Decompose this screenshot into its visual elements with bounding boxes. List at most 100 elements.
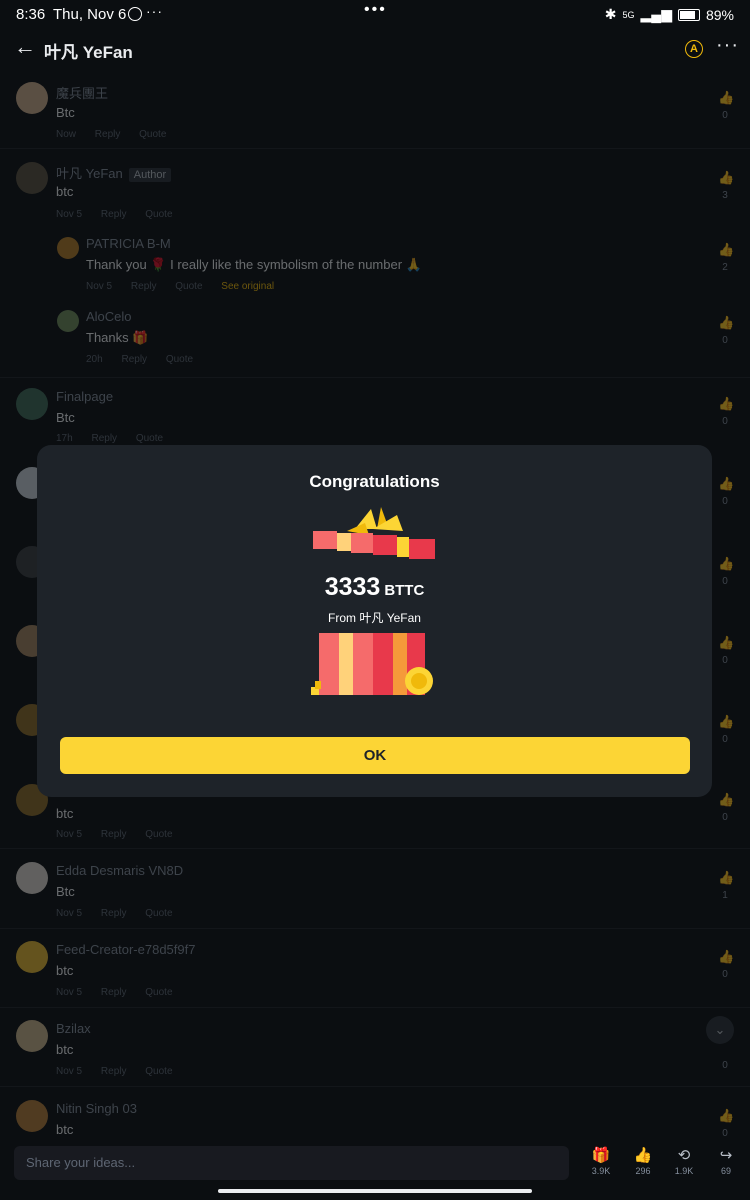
avatar[interactable] xyxy=(16,862,48,894)
quote-button[interactable]: Quote xyxy=(145,829,172,840)
like-button[interactable]: 👍 0 xyxy=(718,476,735,507)
comment-author[interactable]: PATRICIA B-M xyxy=(86,236,171,251)
reply-button[interactable]: Reply xyxy=(121,354,147,365)
comment-meta: Nov 5 Reply Quote See original xyxy=(86,281,290,292)
gift-box-icon xyxy=(311,633,433,695)
thumb-up-icon: 👍 xyxy=(718,170,735,185)
reply-button[interactable]: Reply xyxy=(91,433,117,444)
reply-button[interactable]: Reply xyxy=(95,129,121,140)
comment-meta: Nov 5 Reply Quote xyxy=(56,829,189,840)
avatar[interactable] xyxy=(16,1100,48,1132)
avatar[interactable] xyxy=(16,388,48,420)
reply-button[interactable]: Reply xyxy=(131,281,157,292)
like-button[interactable]: 👍 0 xyxy=(718,1108,734,1139)
like-button[interactable]: 👍 1 xyxy=(718,870,734,901)
reply-button[interactable]: Reply xyxy=(101,987,127,998)
comment-author[interactable]: AloCelo xyxy=(86,309,132,324)
avatar[interactable] xyxy=(16,941,48,973)
header: ← 叶凡 YeFan A ··· xyxy=(0,30,750,70)
reply-item: PATRICIA B-M Thank you 🌹 I really like t… xyxy=(0,224,750,296)
thumb-up-icon: 👍 xyxy=(718,396,735,411)
ok-button[interactable]: OK xyxy=(60,737,690,774)
like-button[interactable]: 👍 0 xyxy=(718,792,734,823)
network-label: 5G xyxy=(622,9,635,20)
like-post-button[interactable]: 👍 296 xyxy=(628,1146,658,1176)
reply-item: AloCelo Thanks 🎁 20h Reply Quote 👍 0 xyxy=(0,297,750,378)
status-right: ✱ 5G ▂▄▆ 89% xyxy=(605,6,734,23)
repost-button[interactable]: ⟲ 1.9K xyxy=(669,1146,699,1176)
like-button[interactable]: 👍 0 xyxy=(718,635,735,666)
whatsapp-icon xyxy=(128,7,142,21)
like-button[interactable]: 👍 0 xyxy=(718,315,734,346)
like-count: 0 xyxy=(722,110,728,121)
share-input[interactable]: Share your ideas... xyxy=(14,1146,569,1180)
like-button[interactable]: 👍 0 xyxy=(718,714,735,745)
comment-time: Nov 5 xyxy=(56,209,83,220)
quote-button[interactable]: Quote xyxy=(145,1066,172,1077)
comment-time: Nov 5 xyxy=(56,908,83,919)
gift-button[interactable]: 🎁 3.9K xyxy=(586,1146,616,1176)
avatar[interactable] xyxy=(57,310,79,332)
congratulations-modal: Congratulations 3333 BTTC From 叶凡 YeFan O… xyxy=(37,445,712,797)
translate-icon[interactable]: A xyxy=(685,40,703,58)
page-title: 叶凡 YeFan xyxy=(44,43,133,62)
comment-author[interactable]: Nitin Singh 03 xyxy=(56,1101,137,1116)
comment-time: Now xyxy=(56,129,77,140)
comment-item: Finalpage Btc 17h Reply Quote 👍 0 xyxy=(0,378,750,446)
gift-icon: 🎁 xyxy=(591,1147,611,1164)
status-bar: 8:36 Thu, Nov 6 ··· ••• ✱ 5G ▂▄▆ 89% xyxy=(0,0,750,30)
quote-button[interactable]: Quote xyxy=(145,908,172,919)
share-count: 69 xyxy=(720,1166,731,1176)
thumb-up-icon: 👍 xyxy=(633,1147,653,1164)
like-button[interactable]: 👍 3 xyxy=(718,170,735,201)
like-button[interactable]: 👍 2 xyxy=(718,242,734,273)
signal-icon: ▂▄▆ xyxy=(640,6,672,22)
quote-button[interactable]: Quote xyxy=(145,987,172,998)
avatar[interactable] xyxy=(16,1020,48,1052)
avatar[interactable] xyxy=(57,237,79,259)
quote-button[interactable]: Quote xyxy=(175,281,202,292)
quote-button[interactable]: Quote xyxy=(145,209,172,220)
comment-author[interactable]: Feed-Creator-e78d5f9f7 xyxy=(56,942,195,957)
quote-button[interactable]: Quote xyxy=(166,354,193,365)
back-arrow-icon[interactable]: ← xyxy=(14,34,36,60)
reward-amount: 3333 xyxy=(324,573,381,601)
like-button[interactable]: 👍 0 xyxy=(718,556,734,587)
reply-button[interactable]: Reply xyxy=(101,209,127,220)
comment-author[interactable]: Bzilax xyxy=(56,1021,91,1036)
thumb-up-icon: 👍 xyxy=(718,949,735,964)
comment-text: Thank you 🌹 I really like the symbolism … xyxy=(86,257,422,272)
reply-button[interactable]: Reply xyxy=(101,1066,127,1077)
comment-item: Nitin Singh 03 btc 👍 0 xyxy=(0,1088,750,1140)
avatar[interactable] xyxy=(16,162,48,194)
thumb-up-icon: 👍 xyxy=(718,90,735,105)
comment-author[interactable]: Edda Desmaris VN8D xyxy=(56,863,183,878)
comment-text: btc xyxy=(56,1122,74,1137)
home-indicator[interactable] xyxy=(218,1189,532,1193)
comment-time: Nov 5 xyxy=(56,829,83,840)
like-button[interactable]: 👍 0 xyxy=(718,396,735,427)
like-count: 1 xyxy=(722,890,728,901)
thumb-up-icon: 👍 xyxy=(718,714,735,729)
comment-author[interactable]: Finalpage xyxy=(56,389,113,404)
comment-author[interactable]: 魔兵團王 xyxy=(56,83,108,102)
avatar[interactable] xyxy=(16,82,48,114)
comment-author[interactable]: 叶凡 YeFan Author xyxy=(56,163,172,182)
scroll-down-icon[interactable]: ⌄ xyxy=(706,1016,734,1044)
reply-button[interactable]: Reply xyxy=(101,908,127,919)
quote-button[interactable]: Quote xyxy=(139,129,166,140)
comment-item: Edda Desmaris VN8D Btc Nov 5 Reply Quote… xyxy=(0,850,750,929)
more-options-icon[interactable]: ··· xyxy=(716,34,739,57)
like-button[interactable]: 👍 0 xyxy=(718,949,735,980)
share-button[interactable]: ↪ 69 xyxy=(711,1146,741,1176)
like-count: 0 xyxy=(722,416,728,427)
like-button[interactable]: 👍 0 xyxy=(718,1040,732,1071)
author-badge: Author xyxy=(128,168,172,182)
thumb-up-icon: 👍 xyxy=(718,635,735,650)
thumb-up-icon: 👍 xyxy=(718,476,735,491)
see-original-link[interactable]: See original xyxy=(221,281,274,292)
like-button[interactable]: 👍 0 xyxy=(718,90,735,121)
quote-button[interactable]: Quote xyxy=(136,433,163,444)
like-count: 0 xyxy=(722,576,728,587)
reply-button[interactable]: Reply xyxy=(101,829,127,840)
